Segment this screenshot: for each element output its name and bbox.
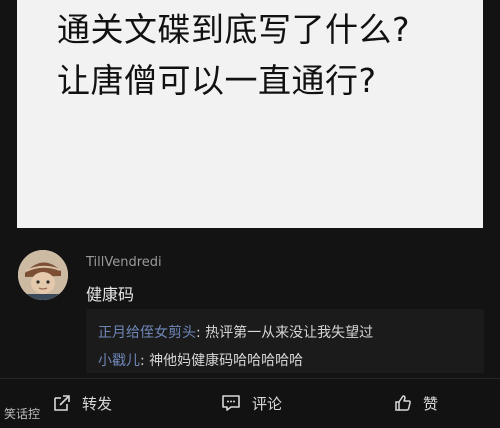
- post-text-line-2: 让唐僧可以一直通行?: [57, 61, 377, 100]
- like-label: 赞: [423, 394, 439, 413]
- reply-author[interactable]: 正月给侄女剪头: [98, 325, 196, 341]
- replies-panel[interactable]: 正月给侄女剪头: 热评第一从来没让我失望过 小戳儿: 神他妈健康码哈哈哈哈哈: [86, 309, 484, 373]
- weibo-post-screen: 通关文碟到底写了什么? 让唐僧可以一直通行? TillVendredi 健康码 …: [0, 0, 500, 428]
- reply-separator: :: [196, 325, 206, 341]
- share-label: 转发: [82, 394, 113, 413]
- like-button[interactable]: 赞: [393, 389, 438, 417]
- reply-item[interactable]: 小戳儿: 神他妈健康码哈哈哈哈哈: [98, 350, 303, 370]
- watermark: 笑话控: [4, 407, 41, 421]
- avatar[interactable]: [18, 250, 68, 300]
- reply-author[interactable]: 小戳儿: [98, 353, 140, 369]
- avatar-portrait-icon: [18, 250, 68, 300]
- comment-label: 评论: [252, 394, 283, 413]
- thumbs-up-icon: [393, 393, 413, 413]
- action-bar: 转发 评论 赞: [0, 378, 500, 428]
- reply-item[interactable]: 正月给侄女剪头: 热评第一从来没让我失望过: [98, 322, 373, 342]
- post-image[interactable]: 通关文碟到底写了什么? 让唐僧可以一直通行?: [17, 0, 483, 228]
- reply-text: 热评第一从来没让我失望过: [205, 325, 374, 341]
- share-button[interactable]: 转发: [52, 389, 112, 417]
- comment-button[interactable]: 评论: [220, 389, 282, 417]
- post-text-line-1: 通关文碟到底写了什么?: [57, 10, 411, 49]
- comment-icon: [220, 393, 242, 413]
- comment-text: 健康码: [86, 285, 135, 304]
- share-icon: [52, 393, 72, 413]
- reply-separator: :: [140, 353, 150, 369]
- reply-text: 神他妈健康码哈哈哈哈哈: [149, 353, 304, 369]
- comment-username[interactable]: TillVendredi: [86, 255, 162, 270]
